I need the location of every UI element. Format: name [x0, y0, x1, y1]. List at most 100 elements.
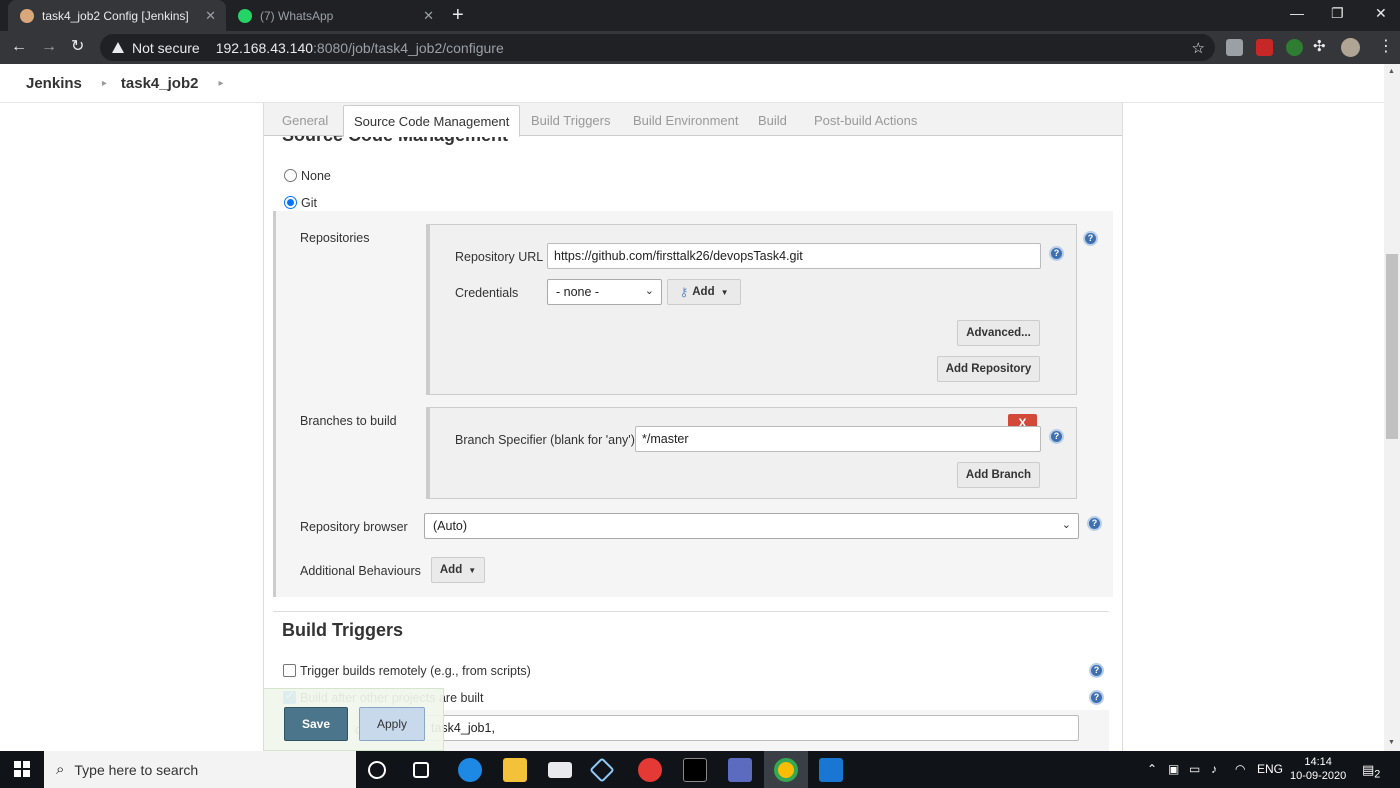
scrollbar-thumb[interactable]: [1386, 254, 1398, 439]
edge-icon[interactable]: [458, 758, 482, 782]
browser-tab-jenkins[interactable]: task4_job2 Config [Jenkins] ✕: [8, 0, 226, 31]
add-behaviour-button[interactable]: Add ▼: [431, 557, 485, 583]
forward-icon[interactable]: →: [41, 37, 57, 57]
security-label: Not secure: [132, 39, 200, 56]
save-button[interactable]: Save: [284, 707, 348, 741]
add-behaviour-label: Add: [439, 564, 463, 576]
advanced-button[interactable]: Advanced...: [957, 320, 1040, 346]
maximize-icon[interactable]: ❐: [1331, 5, 1344, 22]
windows-start-icon[interactable]: [14, 761, 30, 777]
breadcrumb-jenkins[interactable]: Jenkins: [26, 75, 82, 92]
wifi-icon[interactable]: ◠: [1235, 762, 1245, 776]
browser-tab-bar: task4_job2 Config [Jenkins] ✕ (7) WhatsA…: [0, 0, 1400, 31]
photos-icon[interactable]: [819, 758, 843, 782]
new-tab-icon[interactable]: +: [452, 4, 464, 26]
tab-build-environment[interactable]: Build Environment: [633, 113, 739, 128]
section-title-build-triggers: Build Triggers: [282, 620, 404, 640]
cortana-icon[interactable]: [368, 761, 386, 779]
avatar[interactable]: [1341, 38, 1360, 57]
help-icon[interactable]: ?: [1089, 663, 1104, 678]
add-branch-button[interactable]: Add Branch: [957, 462, 1040, 488]
chevron-right-icon[interactable]: ▸: [218, 78, 223, 89]
repository-url-input[interactable]: https://github.com/firsttalk26/devopsTas…: [547, 243, 1041, 269]
app-icon[interactable]: [638, 758, 662, 782]
scroll-down-icon[interactable]: ▼: [1388, 739, 1395, 746]
help-icon[interactable]: ?: [1049, 429, 1064, 444]
scm-git-label: Git: [301, 196, 317, 210]
taskbar-search-box[interactable]: ⌕ Type here to search: [44, 751, 356, 788]
repositories-label: Repositories: [300, 231, 370, 245]
close-window-icon[interactable]: ✕: [1375, 5, 1387, 22]
config-tab-bar: General Source Code Management Build Tri…: [264, 103, 1122, 137]
close-tab-icon[interactable]: ✕: [423, 8, 434, 24]
help-icon[interactable]: ?: [1087, 516, 1102, 531]
menu-icon[interactable]: ⋮: [1378, 37, 1394, 57]
chrome-icon[interactable]: [774, 758, 798, 782]
virtualbox-icon[interactable]: [589, 757, 615, 783]
add-repository-button[interactable]: Add Repository: [937, 356, 1040, 382]
terminal-icon[interactable]: [683, 758, 707, 782]
extension-icon[interactable]: [1226, 39, 1243, 56]
scm-none-radio[interactable]: [284, 169, 297, 182]
help-icon[interactable]: ?: [1049, 246, 1064, 261]
chevron-down-icon: ⌄: [1061, 519, 1071, 531]
taskbar-search-placeholder: Type here to search: [74, 761, 199, 778]
battery-icon[interactable]: ▭: [1189, 762, 1200, 776]
minimize-icon[interactable]: —: [1290, 5, 1304, 21]
taskbar-clock[interactable]: 14:14 10-09-2020: [1290, 755, 1346, 783]
chevron-right-icon[interactable]: ▸: [102, 78, 107, 89]
scroll-up-icon[interactable]: ▲: [1388, 68, 1395, 75]
extension-icon[interactable]: [1256, 39, 1273, 56]
tray-app-icon[interactable]: ▣: [1168, 762, 1179, 776]
warning-icon: [112, 42, 124, 53]
notifications-icon[interactable]: ▤2: [1362, 762, 1380, 781]
breadcrumb-job[interactable]: task4_job2: [121, 75, 199, 92]
bookmark-star-icon[interactable]: ☆: [1192, 39, 1205, 57]
help-icon[interactable]: ?: [1083, 231, 1098, 246]
clock-date: 10-09-2020: [1290, 770, 1347, 782]
tab-post-build-actions[interactable]: Post-build Actions: [814, 113, 917, 128]
reload-icon[interactable]: ↻: [71, 37, 84, 57]
jenkins-breadcrumb-bar: Jenkins ▸ task4_job2 ▸: [0, 64, 1384, 103]
help-icon[interactable]: ?: [1089, 690, 1104, 705]
repository-browser-value: (Auto): [433, 519, 468, 533]
volume-icon[interactable]: ♪: [1211, 762, 1217, 776]
trigger-remote-checkbox[interactable]: [283, 664, 296, 677]
scm-none-label: None: [301, 169, 331, 183]
credentials-select[interactable]: - none - ⌄: [547, 279, 662, 305]
apply-button[interactable]: Apply: [359, 707, 425, 741]
task-view-icon[interactable]: [413, 762, 429, 778]
whatsapp-favicon-icon: [238, 8, 252, 23]
save-apply-bar: Save Apply: [263, 688, 444, 751]
tab-build[interactable]: Build: [758, 113, 787, 128]
browser-tab-whatsapp[interactable]: (7) WhatsApp ✕: [226, 0, 444, 31]
add-credentials-button[interactable]: ⚷ Add ▼: [667, 279, 741, 305]
config-form: General Source Code Management Build Tri…: [263, 103, 1123, 751]
mail-icon[interactable]: [548, 762, 572, 778]
credentials-value: - none -: [556, 285, 600, 299]
chevron-up-icon[interactable]: ⌃: [1147, 762, 1157, 776]
branch-specifier-label: Branch Specifier (blank for 'any'): [455, 433, 635, 447]
browser-toolbar: ← → ↻ Not secure 192.168.43.140:8080/job…: [0, 31, 1400, 64]
browser-tab-title: (7) WhatsApp: [260, 8, 334, 23]
page-scrollbar[interactable]: ▲ ▼: [1384, 64, 1400, 751]
puzzle-icon[interactable]: ✣: [1313, 37, 1326, 57]
scm-git-radio[interactable]: [284, 196, 297, 209]
caret-down-icon: ▼: [468, 565, 477, 575]
file-explorer-icon[interactable]: [503, 758, 527, 782]
branches-to-build-label: Branches to build: [300, 414, 397, 428]
repository-browser-select[interactable]: (Auto) ⌄: [424, 513, 1079, 539]
remote-desktop-icon[interactable]: [728, 758, 752, 782]
branch-specifier-input[interactable]: */master: [635, 426, 1041, 452]
close-tab-icon[interactable]: ✕: [205, 8, 216, 24]
jenkins-favicon-icon: [20, 8, 34, 23]
extension-icon[interactable]: [1286, 39, 1303, 56]
projects-to-watch-input[interactable]: task4_job1,: [424, 715, 1079, 741]
language-indicator[interactable]: ENG: [1257, 762, 1283, 776]
search-icon: ⌕: [56, 761, 65, 778]
tab-general[interactable]: General: [282, 113, 328, 128]
tab-source-code-management[interactable]: Source Code Management: [343, 105, 521, 137]
tab-build-triggers[interactable]: Build Triggers: [531, 113, 610, 128]
back-icon[interactable]: ←: [11, 37, 27, 57]
address-bar[interactable]: Not secure 192.168.43.140:8080/job/task4…: [100, 34, 1215, 61]
